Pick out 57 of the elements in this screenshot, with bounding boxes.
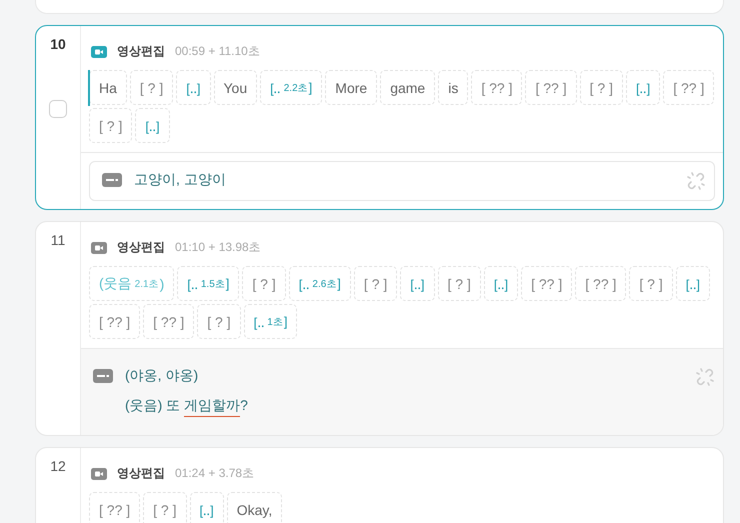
unknown-word-chip[interactable]: [ ? ] (197, 304, 241, 339)
subtitle-icon (93, 369, 113, 383)
checkbox[interactable] (49, 100, 67, 118)
video-camera-icon (91, 468, 107, 480)
pause-chip[interactable]: [‥] (135, 108, 170, 143)
timestamp: 00:59 + 11.10초 (175, 43, 260, 60)
pause-chip[interactable]: [‥] (484, 266, 518, 301)
unknown-word-chip[interactable]: [ ? ] (354, 266, 398, 301)
subtitle-line: 고양이, 고양이 (134, 171, 226, 189)
pause-chip[interactable]: [‥] (176, 70, 210, 105)
unknown-word-chip[interactable]: [ ?? ] (471, 70, 522, 105)
unknown-word-chip[interactable]: [ ?? ] (521, 266, 572, 301)
word-chip[interactable]: Okay, (226, 492, 282, 523)
subtitle-line: (야옹, 야옹) (125, 367, 198, 385)
unknown-word-chip[interactable]: [ ?? ] (143, 304, 194, 339)
word-chip[interactable]: More (325, 70, 378, 105)
video-camera-icon (91, 46, 107, 58)
subtitle-line: (웃음) 또 게임할까? (125, 397, 248, 417)
sound-chip[interactable]: (웃음 2.1초) (89, 266, 174, 301)
timestamp: 01:10 + 13.98초 (175, 239, 261, 256)
unknown-word-chip[interactable]: [ ?? ] (663, 70, 714, 105)
subtitle-icon (102, 173, 122, 187)
pause-chip[interactable]: [‥] (400, 266, 435, 301)
word-chip[interactable]: is (438, 70, 468, 105)
row-number: 12 (50, 458, 66, 474)
unknown-word-chip[interactable]: [ ? ] (629, 266, 673, 301)
source-label: 영상편집 (117, 239, 165, 256)
unknown-word-chip[interactable]: [ ?? ] (525, 70, 577, 105)
pause-chip[interactable]: [‥] (676, 266, 710, 301)
pause-chip[interactable]: [‥] (190, 492, 224, 523)
unknown-word-chip[interactable]: [ ?? ] (575, 266, 626, 301)
unlink-icon[interactable] (686, 171, 706, 191)
unknown-word-chip[interactable]: [ ? ] (242, 266, 286, 301)
pause-chip[interactable]: [‥] (626, 70, 660, 105)
word-chip[interactable]: You (214, 70, 258, 105)
source-label: 영상편집 (117, 465, 165, 482)
caret-bar (88, 70, 90, 106)
unknown-word-chip[interactable]: [ ? ] (89, 108, 132, 143)
row-number: 11 (50, 232, 66, 248)
pause-chip[interactable]: [‥ 1초] (244, 304, 298, 339)
row-number: 10 (50, 36, 66, 52)
source-label: 영상편집 (117, 43, 165, 60)
subtitle-field[interactable]: 고양이, 고양이 (89, 161, 715, 201)
unknown-word-chip[interactable]: [ ? ] (143, 492, 186, 523)
timestamp: 01:24 + 3.78초 (175, 465, 254, 482)
word-chip[interactable]: game (380, 70, 436, 105)
pause-chip[interactable]: [‥ 1.5초] (177, 266, 240, 301)
unknown-word-chip[interactable]: [ ?? ] (89, 304, 140, 339)
pause-chip[interactable]: [‥ 2.6초] (288, 266, 351, 301)
word-chip[interactable]: Ha (89, 70, 127, 105)
video-camera-icon (91, 242, 107, 254)
unknown-word-chip[interactable]: [ ?? ] (89, 492, 140, 523)
unlink-icon[interactable] (695, 367, 715, 387)
unknown-word-chip[interactable]: [ ? ] (580, 70, 623, 105)
unknown-word-chip[interactable]: [ ? ] (130, 70, 174, 105)
unknown-word-chip[interactable]: [ ? ] (438, 266, 481, 301)
pause-chip[interactable]: [‥ 2.2초] (260, 70, 322, 105)
